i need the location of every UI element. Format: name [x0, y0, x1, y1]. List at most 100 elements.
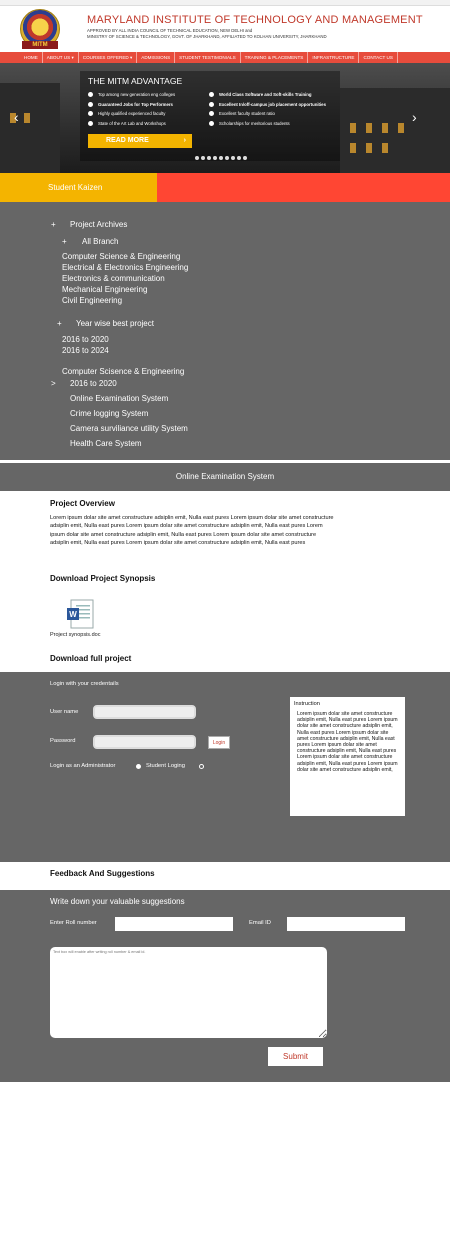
bullet-icon: [209, 92, 214, 98]
read-more-button[interactable]: READ MORE ›: [88, 134, 192, 148]
login-button[interactable]: Login: [208, 736, 230, 749]
advantage-item: Excellent In/off-campus job placement op…: [209, 101, 339, 111]
kaizen-bar: [157, 173, 450, 202]
instruction-title: Instruction: [294, 701, 320, 707]
email-label: Email ID: [249, 920, 271, 926]
student-kaizen-tab[interactable]: Student Kaizen: [0, 173, 157, 202]
hero-banner: THE MITM ADVANTAGE Top among new generat…: [0, 63, 450, 173]
building-window: [366, 123, 372, 133]
main-nav: HOME ABOUT US ▾ COURSES OFFERED ▾ ADMISS…: [0, 52, 450, 63]
feedback-heading: Feedback And Suggestions: [50, 869, 155, 878]
building-window: [24, 113, 30, 123]
synopsis-file-link[interactable]: Project synopsis.doc: [50, 632, 100, 638]
student-option-label: Student Loging: [146, 763, 186, 769]
building-window: [382, 143, 388, 153]
admin-option-label: Login as an Administrator: [50, 763, 116, 769]
approval-text: APPROVED BY ALL INDIA COUNCIL OF TECHNIC…: [87, 28, 327, 40]
word-doc-graphic: W: [67, 599, 94, 629]
nav-infrastructure[interactable]: INFRASTRUCTURE: [308, 52, 360, 63]
all-branch-heading[interactable]: All Branch: [82, 237, 118, 246]
building-window: [398, 123, 404, 133]
branch-item[interactable]: Civil Engineering: [62, 296, 122, 305]
slide-dot[interactable]: [207, 156, 211, 160]
username-input[interactable]: [93, 705, 196, 719]
advantage-text: State of the Art Lab and Workshops: [98, 120, 166, 126]
nav-courses-offered[interactable]: COURSES OFFERED ▾: [79, 52, 138, 63]
nav-contact-us[interactable]: CONTACT US: [359, 52, 398, 63]
nav-student-testimonials[interactable]: STUDENT TESTIMONIALS: [175, 52, 241, 63]
overview-text: Lorem ipsum dolar site amet constructure…: [50, 515, 334, 547]
bullet-icon: [209, 111, 214, 117]
branch-item[interactable]: Electronics & communication: [62, 274, 165, 283]
branch-item[interactable]: Electrical & Electronics Engineering: [62, 263, 188, 272]
bullet-icon: [88, 111, 93, 117]
slide-dot[interactable]: [243, 156, 247, 160]
overview-heading: Project Overview: [50, 499, 115, 508]
bullet-icon: [88, 101, 93, 107]
bullet-icon: [209, 101, 214, 107]
word-doc-icon[interactable]: W: [66, 599, 96, 629]
advantage-text: Guaranteed Jobs for Top Performers: [98, 101, 173, 107]
username-label: User name: [50, 709, 79, 715]
suggestion-textarea[interactable]: [50, 947, 327, 1038]
advantage-item: World Class Software and Soft-skills Tra…: [209, 91, 339, 101]
slide-dot[interactable]: [231, 156, 235, 160]
advantage-item: Top among new generation eng colleges: [88, 91, 218, 101]
project-title-bar: Online Examination System: [0, 463, 450, 491]
password-input[interactable]: [93, 735, 196, 749]
nav-about-us[interactable]: ABOUT US ▾: [43, 52, 79, 63]
slide-dot[interactable]: [195, 156, 199, 160]
year-wise-heading[interactable]: Year wise best project: [76, 319, 154, 328]
selected-year[interactable]: 2016 to 2020: [70, 379, 117, 388]
bullet-icon: [88, 92, 93, 98]
year-item[interactable]: 2016 to 2024: [62, 346, 109, 355]
advantage-item: State of the Art Lab and Workshops: [88, 120, 218, 130]
year-item[interactable]: 2016 to 2020: [62, 335, 109, 344]
email-input[interactable]: [287, 917, 405, 931]
plus-icon[interactable]: +: [62, 237, 67, 246]
advantage-item: Guaranteed Jobs for Top Performers: [88, 101, 218, 111]
building-left: [0, 83, 60, 173]
plus-icon[interactable]: +: [51, 220, 56, 229]
project-archives-heading[interactable]: Project Archives: [70, 220, 127, 229]
slide-dot[interactable]: [213, 156, 217, 160]
roll-number-input[interactable]: [115, 917, 233, 931]
prev-slide-arrow-icon[interactable]: ‹: [14, 109, 19, 125]
branch-item[interactable]: Mechanical Engineering: [62, 285, 147, 294]
logo-label: MITM: [22, 41, 58, 49]
slide-dot[interactable]: [225, 156, 229, 160]
nav-home[interactable]: HOME: [20, 52, 43, 63]
advantage-text: Excellent In/off-campus job placement op…: [219, 101, 326, 107]
building-window: [366, 143, 372, 153]
approval-line-2: MINISTRY OF SCIENCE & TECHNOLOGY, GOVT. …: [87, 34, 327, 39]
selected-branch[interactable]: Computer Scisence & Engineering: [62, 367, 184, 376]
advantage-item: Scholarships for meritorious students: [209, 120, 339, 130]
advantage-list-right: World Class Software and Soft-skills Tra…: [209, 91, 339, 129]
slide-dot[interactable]: [219, 156, 223, 160]
chevron-right-icon: ›: [183, 137, 186, 144]
advantage-item: Highly qualified experienced faculty: [88, 110, 218, 120]
submit-button[interactable]: Submit: [268, 1047, 323, 1066]
student-radio[interactable]: [199, 764, 204, 769]
synopsis-heading: Download Project Synopsis: [50, 574, 156, 583]
feedback-box-title: Write down your valuable suggestions: [50, 897, 185, 906]
nav-training-placements[interactable]: TRAINING & PLACEMENTS: [241, 52, 309, 63]
svg-text:W: W: [69, 610, 77, 619]
bullet-icon: [88, 120, 93, 126]
advantage-list-left: Top among new generation eng colleges Gu…: [88, 91, 218, 129]
project-item[interactable]: Health Care System: [70, 439, 142, 448]
admin-radio[interactable]: [136, 764, 141, 769]
plus-icon[interactable]: +: [57, 319, 62, 328]
project-item[interactable]: Camera surviliance utility System: [70, 424, 188, 433]
branch-item[interactable]: Computer Science & Engineering: [62, 252, 180, 261]
instruction-box: Instruction Lorem ipsum dolar site amet …: [290, 697, 405, 816]
nav-admissions[interactable]: ADMISSIONS: [137, 52, 176, 63]
slide-dot[interactable]: [237, 156, 241, 160]
slide-dot[interactable]: [201, 156, 205, 160]
full-project-heading: Download full project: [50, 654, 132, 663]
advantage-text: Scholarships for meritorious students: [219, 120, 290, 126]
project-item[interactable]: Crime logging System: [70, 409, 148, 418]
read-more-label: READ MORE: [106, 137, 149, 144]
next-slide-arrow-icon[interactable]: ›: [412, 109, 417, 125]
project-item[interactable]: Online Examination System: [70, 394, 168, 403]
